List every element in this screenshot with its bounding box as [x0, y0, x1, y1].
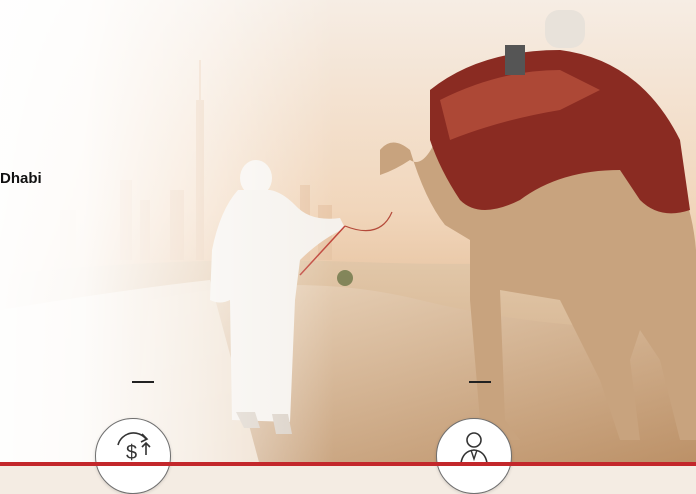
- divider-right: [469, 381, 491, 383]
- money-exchange-icon[interactable]: $: [95, 418, 171, 494]
- businessman-icon[interactable]: [436, 418, 512, 494]
- accent-bar: [0, 462, 696, 466]
- desert-photo: [0, 0, 696, 466]
- hero-title: Dhabi: [0, 170, 42, 187]
- hero-background: [0, 0, 696, 466]
- shrub: [337, 270, 353, 286]
- divider-left: [132, 381, 154, 383]
- svg-text:$: $: [126, 442, 137, 464]
